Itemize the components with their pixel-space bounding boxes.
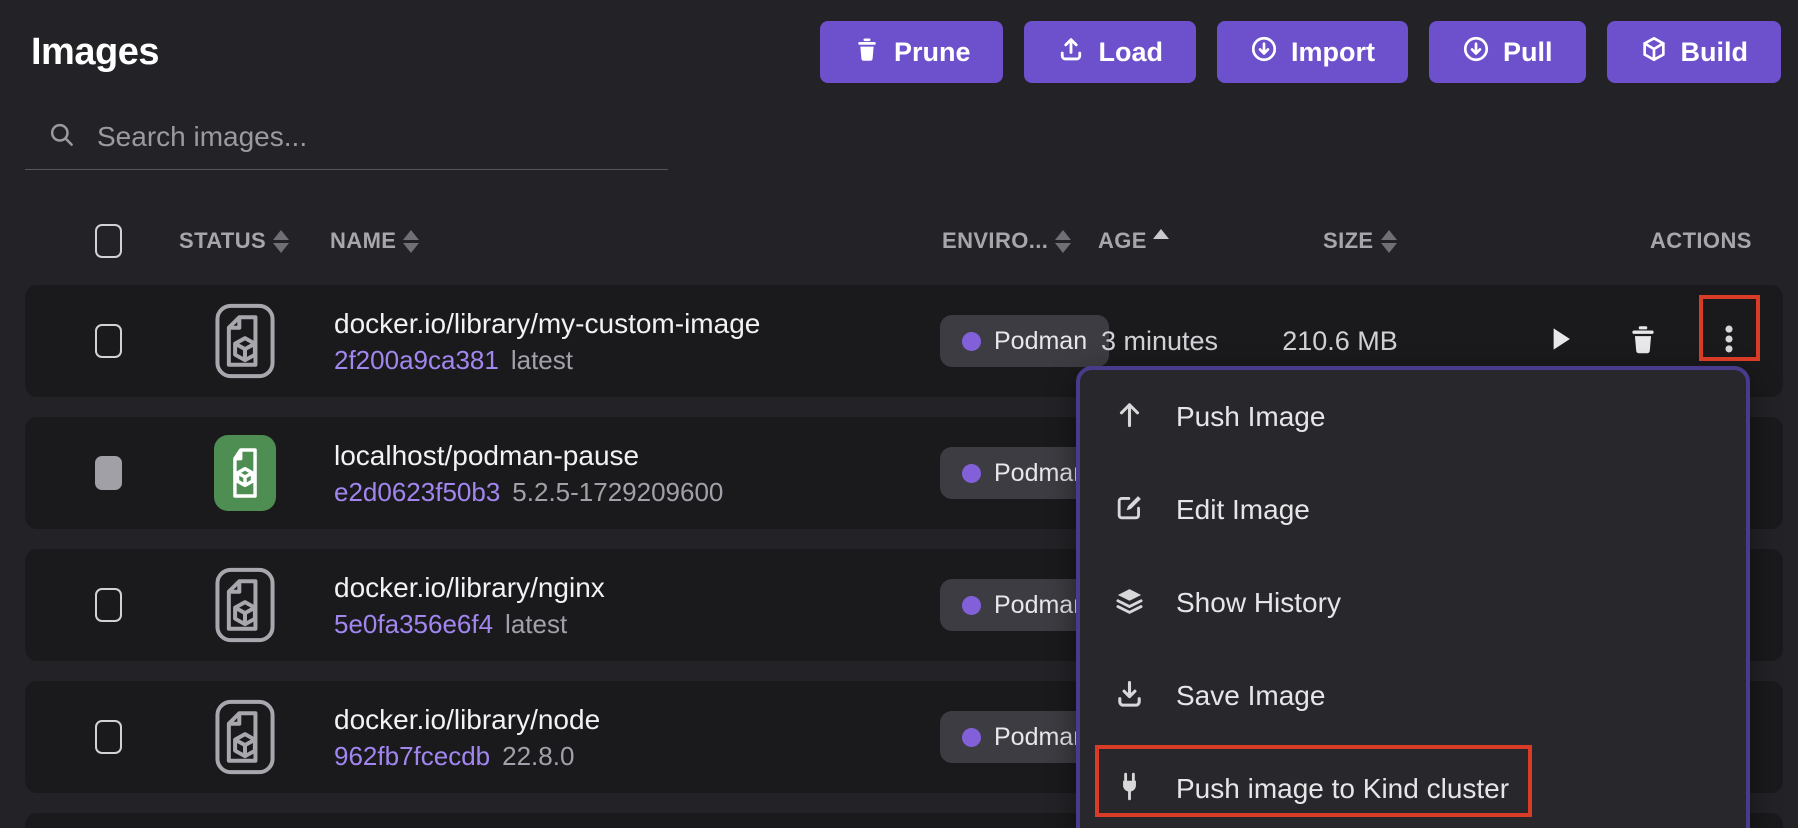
upload-icon bbox=[1057, 35, 1085, 70]
environment-badge: Podman bbox=[940, 315, 1109, 367]
sort-arrows-icon bbox=[273, 230, 289, 253]
menu-item-show-history[interactable]: Show History bbox=[1080, 556, 1746, 649]
table-header: STATUS NAME ENVIRO... AGE SIZE ACTIONS bbox=[0, 222, 1798, 266]
row-checkbox-disabled bbox=[95, 456, 122, 490]
import-button-label: Import bbox=[1291, 37, 1375, 68]
top-bar: Images Prune Load Import bbox=[0, 0, 1798, 104]
image-file-cube-icon bbox=[214, 303, 276, 379]
pull-button-label: Pull bbox=[1503, 37, 1553, 68]
sort-asc-icon bbox=[1153, 229, 1169, 239]
menu-item-label: Edit Image bbox=[1176, 494, 1310, 526]
image-tag: latest bbox=[511, 345, 573, 375]
arrow-up-icon bbox=[1114, 399, 1145, 435]
environment-label: Podman bbox=[994, 327, 1087, 356]
column-header-age[interactable]: AGE bbox=[1098, 228, 1169, 254]
image-name-block: docker.io/library/nginx 5e0fa356e6f4 late… bbox=[334, 569, 605, 641]
image-file-cube-icon bbox=[214, 699, 276, 775]
trash-icon bbox=[853, 35, 881, 70]
arrow-down-circle-icon bbox=[1462, 35, 1490, 70]
environment-label: Podman bbox=[994, 591, 1087, 620]
menu-item-save-image[interactable]: Save Image bbox=[1080, 649, 1746, 742]
menu-item-label: Show History bbox=[1176, 587, 1341, 619]
environment-label: Podman bbox=[994, 459, 1087, 488]
image-file-cube-icon-green bbox=[214, 435, 276, 511]
sort-arrows-icon bbox=[1055, 230, 1071, 253]
row-checkbox[interactable] bbox=[95, 588, 122, 622]
image-tag: 22.8.0 bbox=[502, 741, 574, 771]
column-label: AGE bbox=[1098, 228, 1147, 254]
layers-icon bbox=[1114, 585, 1145, 621]
load-button-label: Load bbox=[1098, 37, 1163, 68]
plug-icon bbox=[1114, 771, 1145, 807]
column-header-actions: ACTIONS bbox=[1650, 228, 1752, 254]
load-button[interactable]: Load bbox=[1024, 21, 1196, 83]
image-name-block: docker.io/library/my-custom-image 2f200a… bbox=[334, 305, 760, 377]
image-context-menu: Push Image Edit Image Show History Save … bbox=[1076, 366, 1750, 828]
column-label: SIZE bbox=[1323, 228, 1374, 254]
menu-item-push-image[interactable]: Push Image bbox=[1080, 370, 1746, 463]
trash-icon bbox=[1626, 322, 1660, 361]
podman-dot-icon bbox=[962, 596, 981, 615]
prune-button-label: Prune bbox=[894, 37, 971, 68]
search-icon bbox=[48, 121, 75, 153]
image-tag: latest bbox=[505, 609, 567, 639]
edit-pencil-icon bbox=[1114, 492, 1145, 528]
column-header-name[interactable]: NAME bbox=[330, 228, 419, 254]
environment-label: Podman bbox=[994, 723, 1087, 752]
image-digest: 5e0fa356e6f4 bbox=[334, 609, 493, 639]
podman-dot-icon bbox=[962, 332, 981, 351]
image-file-cube-icon bbox=[214, 567, 276, 643]
arrow-down-circle-icon bbox=[1250, 35, 1278, 70]
row-checkbox[interactable] bbox=[95, 720, 122, 754]
column-label: NAME bbox=[330, 228, 396, 254]
row-checkbox[interactable] bbox=[95, 324, 122, 358]
image-digest: e2d0623f50b3 bbox=[334, 477, 500, 507]
image-digest: 2f200a9ca381 bbox=[334, 345, 499, 375]
menu-item-label: Save Image bbox=[1176, 680, 1325, 712]
images-page: Images Prune Load Import bbox=[0, 0, 1798, 828]
pull-button[interactable]: Pull bbox=[1429, 21, 1586, 83]
sort-arrows-icon bbox=[403, 230, 419, 253]
menu-item-label: Push image to Kind cluster bbox=[1176, 773, 1509, 805]
column-header-status[interactable]: STATUS bbox=[179, 228, 289, 254]
image-name[interactable]: docker.io/library/my-custom-image bbox=[334, 305, 760, 343]
image-name-block: localhost/podman-pause e2d0623f50b3 5.2.5… bbox=[334, 437, 723, 509]
column-label: ENVIRO... bbox=[942, 228, 1048, 254]
image-digest: 962fb7fcecdb bbox=[334, 741, 490, 771]
page-title: Images bbox=[31, 31, 159, 74]
select-all-checkbox[interactable] bbox=[95, 224, 122, 258]
column-header-size[interactable]: SIZE bbox=[1323, 228, 1397, 254]
column-header-environment[interactable]: ENVIRO... bbox=[942, 228, 1071, 254]
image-name[interactable]: localhost/podman-pause bbox=[334, 437, 723, 475]
podman-dot-icon bbox=[962, 728, 981, 747]
download-icon bbox=[1114, 678, 1145, 714]
search-input[interactable] bbox=[97, 121, 662, 153]
toolbar: Prune Load Import Pull bbox=[820, 21, 1781, 83]
image-name-block: docker.io/library/node 962fb7fcecdb 22.8.… bbox=[334, 701, 600, 773]
image-name[interactable]: docker.io/library/nginx bbox=[334, 569, 605, 607]
menu-item-label: Push Image bbox=[1176, 401, 1325, 433]
column-label: STATUS bbox=[179, 228, 266, 254]
cube-icon bbox=[1640, 35, 1668, 70]
column-label: ACTIONS bbox=[1650, 228, 1752, 254]
image-tag: 5.2.5-1729209600 bbox=[512, 477, 723, 507]
podman-dot-icon bbox=[962, 464, 981, 483]
menu-item-push-image-to-kind-cluster[interactable]: Push image to Kind cluster bbox=[1080, 742, 1746, 828]
kebab-menu-icon bbox=[1712, 322, 1746, 361]
build-button[interactable]: Build bbox=[1607, 21, 1782, 83]
build-button-label: Build bbox=[1681, 37, 1749, 68]
prune-button[interactable]: Prune bbox=[820, 21, 1004, 83]
import-button[interactable]: Import bbox=[1217, 21, 1408, 83]
search-bar bbox=[25, 104, 668, 170]
sort-arrows-icon bbox=[1381, 230, 1397, 253]
image-name[interactable]: docker.io/library/node bbox=[334, 701, 600, 739]
play-icon bbox=[1543, 322, 1577, 361]
menu-item-edit-image[interactable]: Edit Image bbox=[1080, 463, 1746, 556]
